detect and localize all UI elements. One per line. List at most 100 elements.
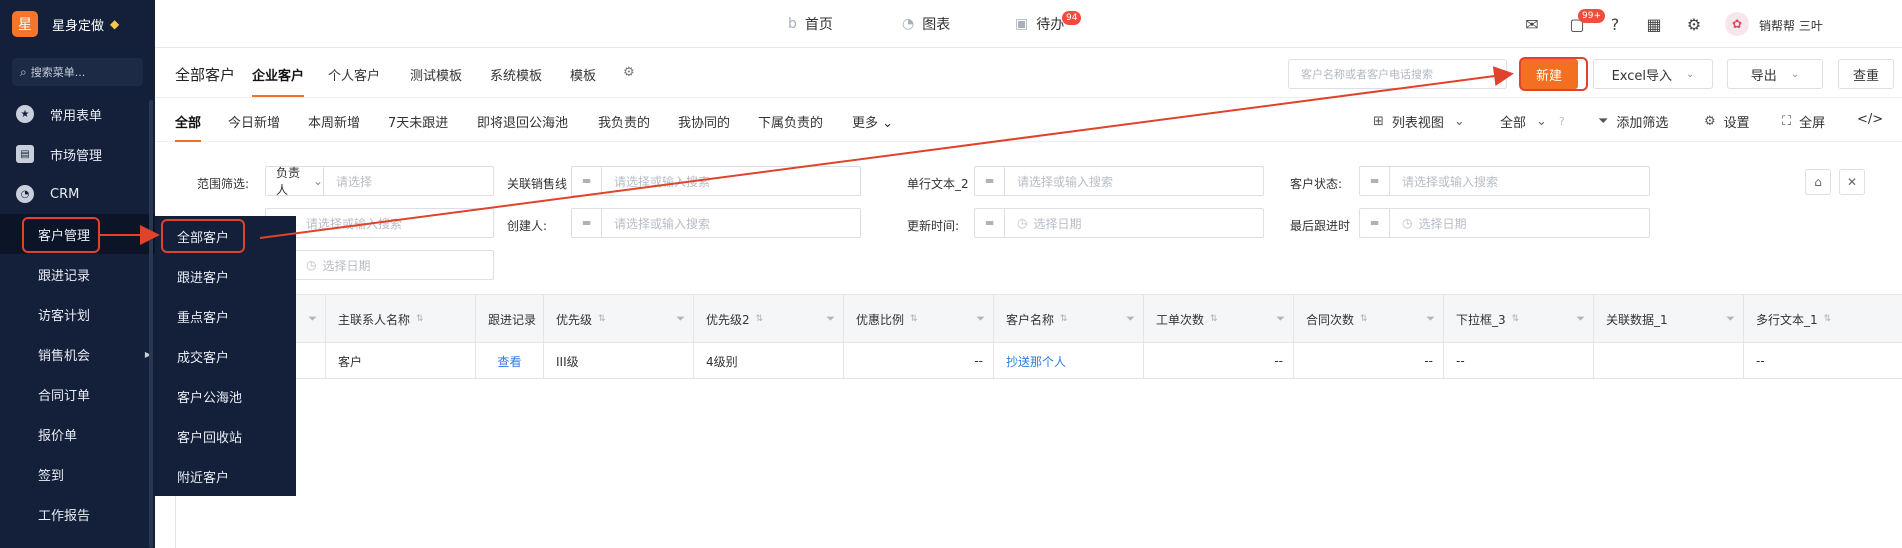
sort-icon[interactable]: ⇅ bbox=[1060, 314, 1068, 324]
column-header[interactable]: 合同次数 ⇅ ⏷ bbox=[1294, 295, 1444, 343]
filter-icon[interactable]: ⏷ bbox=[826, 312, 835, 326]
add-filter-button[interactable]: ⏷ 添加筛选 bbox=[1598, 112, 1668, 131]
column-header[interactable]: 优惠比例 ⇅ ⏷ bbox=[844, 295, 994, 343]
tab-test-template[interactable]: 测试模板 bbox=[410, 65, 462, 84]
filter-tab-week[interactable]: 本周新增 bbox=[308, 112, 360, 131]
filter-tab-more[interactable]: 更多 ⌄ bbox=[852, 112, 893, 131]
text2-filter[interactable]: ═ 请选择或输入搜索 bbox=[974, 166, 1264, 196]
filter-tab-today[interactable]: 今日新增 bbox=[228, 112, 280, 131]
filter-icon[interactable]: ⏷ bbox=[1126, 312, 1135, 326]
filter-tab-7days[interactable]: 7天未跟进 bbox=[388, 112, 448, 131]
tab-settings-gear-icon[interactable]: ⚙ bbox=[623, 65, 635, 80]
filter-icon[interactable]: ⏷ bbox=[1426, 312, 1435, 326]
last-followup-filter[interactable]: ═ ◷ 选择日期 bbox=[1359, 208, 1650, 238]
sidebar-item-contract[interactable]: 合同订单 bbox=[0, 374, 155, 414]
sidebar-scrollbar[interactable] bbox=[149, 100, 153, 548]
view-followup-link[interactable]: 查看 bbox=[497, 353, 521, 370]
column-header[interactable]: 优先级2 ⇅ ⏷ bbox=[694, 295, 844, 343]
fullscreen-button[interactable]: ⛶ 全屏 bbox=[1782, 112, 1825, 131]
avatar[interactable]: ✿ bbox=[1725, 12, 1749, 36]
filter-icon[interactable]: ⏷ bbox=[308, 312, 317, 326]
tab-todo[interactable]: ▣ 待办 bbox=[1015, 0, 1064, 48]
sidebar-item-visit-plan[interactable]: 访客计划 bbox=[0, 294, 155, 334]
row2-first-filter[interactable]: 请选择或输入搜索 bbox=[265, 208, 494, 238]
column-header[interactable]: 多行文本_1 ⇅ bbox=[1744, 295, 1902, 343]
flyout-item-closed[interactable]: 成交客户 bbox=[155, 336, 296, 376]
apps-grid-icon[interactable]: ▦ bbox=[1644, 14, 1664, 34]
filter-tab-mine[interactable]: 我负责的 bbox=[598, 112, 650, 131]
scope-select[interactable]: 全部 ⌄ ? bbox=[1500, 112, 1565, 131]
collapse-filter-icon[interactable]: ✕ bbox=[1839, 169, 1865, 195]
sidebar-item-opportunity[interactable]: 销售机会 ▶ bbox=[0, 334, 155, 374]
flyout-item-recycle[interactable]: 客户回收站 bbox=[155, 416, 296, 456]
menu-search-input[interactable]: ⌕ 搜索菜单... bbox=[12, 58, 143, 86]
question-icon[interactable]: ? bbox=[1559, 115, 1565, 128]
creator-filter[interactable]: ═ 请选择或输入搜索 bbox=[571, 208, 861, 238]
equals-icon[interactable]: ═ bbox=[572, 167, 602, 195]
equals-icon[interactable]: ═ bbox=[1360, 167, 1390, 195]
row3-date-filter[interactable]: ◷ 选择日期 bbox=[265, 250, 494, 280]
column-header[interactable]: 主联系人名称 ⇅ bbox=[326, 295, 476, 343]
code-icon[interactable]: </> bbox=[1857, 112, 1883, 127]
sort-icon[interactable]: ⇅ bbox=[756, 314, 764, 324]
filter-icon[interactable]: ⏷ bbox=[976, 312, 985, 326]
help-icon[interactable]: ? bbox=[1605, 14, 1625, 34]
owner-select[interactable]: 负责人 ⌄ bbox=[266, 166, 324, 197]
equals-icon[interactable]: ═ bbox=[1360, 209, 1390, 237]
tab-template[interactable]: 模板 bbox=[570, 65, 596, 84]
sort-icon[interactable]: ⇅ bbox=[416, 314, 424, 324]
sort-icon[interactable]: ⇅ bbox=[1512, 314, 1520, 324]
mail-icon[interactable]: ✉ bbox=[1522, 14, 1542, 34]
filter-icon[interactable]: ⏷ bbox=[1726, 312, 1735, 326]
sort-icon[interactable]: ⇅ bbox=[1824, 314, 1832, 324]
customer-name-link[interactable]: 抄送那个人 bbox=[1006, 353, 1066, 370]
sidebar-item-quote[interactable]: 报价单 bbox=[0, 414, 155, 454]
update-time-filter[interactable]: ═ ◷ 选择日期 bbox=[974, 208, 1264, 238]
table-row[interactable]: 市拱墅区... 客户 查看 III级 4级别 -- 抄送那个人 -- -- --… bbox=[176, 343, 1902, 379]
tab-personal-customer[interactable]: 个人客户 bbox=[328, 65, 380, 84]
sidebar-group-market[interactable]: ▤ 市场管理 bbox=[0, 134, 155, 174]
sort-icon[interactable]: ⇅ bbox=[910, 314, 918, 324]
tab-enterprise-customer[interactable]: 企业客户 bbox=[252, 65, 304, 84]
dedupe-button[interactable]: 查重 bbox=[1838, 59, 1894, 89]
sort-icon[interactable]: ⇅ bbox=[1360, 314, 1368, 324]
excel-import-button[interactable]: Excel导入 ⌄ bbox=[1593, 59, 1713, 89]
column-header[interactable]: 跟进记录 bbox=[476, 295, 544, 343]
flyout-item-pool[interactable]: 客户公海池 bbox=[155, 376, 296, 416]
equals-icon[interactable]: ═ bbox=[975, 167, 1005, 195]
owner-filter[interactable]: 负责人 ⌄ 请选择 bbox=[265, 166, 494, 197]
brand[interactable]: 星 星身定做 ◆ bbox=[0, 0, 155, 48]
sidebar-item-work-report[interactable]: 工作报告 bbox=[0, 494, 155, 534]
tab-system-template[interactable]: 系统模板 bbox=[490, 65, 542, 84]
filter-tab-all[interactable]: 全部 bbox=[175, 112, 201, 131]
customer-status-filter[interactable]: ═ 请选择或输入搜索 bbox=[1359, 166, 1650, 196]
settings-button[interactable]: ⚙ 设置 bbox=[1704, 112, 1750, 131]
flyout-item-following[interactable]: 跟进客户 bbox=[155, 256, 296, 296]
gear-icon[interactable]: ⚙ bbox=[1684, 14, 1704, 34]
equals-icon[interactable]: ═ bbox=[572, 209, 602, 237]
export-button[interactable]: 导出 ⌄ bbox=[1727, 59, 1823, 89]
sidebar-item-checkin[interactable]: 签到 bbox=[0, 454, 155, 494]
filter-tab-subordinate[interactable]: 下属负责的 bbox=[758, 112, 823, 131]
column-header[interactable]: 下拉框_3 ⇅ ⏷ bbox=[1444, 295, 1594, 343]
sidebar-group-forms[interactable]: ★ 常用表单 bbox=[0, 94, 155, 134]
customer-search-input[interactable]: 客户名称或者客户电话搜索 bbox=[1288, 59, 1507, 89]
column-header[interactable]: 客户名称 ⇅ ⏷ bbox=[994, 295, 1144, 343]
list-view-toggle[interactable]: ⊞ 列表视图 ⌄ bbox=[1373, 112, 1465, 131]
sort-icon[interactable]: ⇅ bbox=[1210, 314, 1218, 324]
user-name[interactable]: 销帮帮 三叶 bbox=[1759, 17, 1823, 34]
tab-charts[interactable]: ◔ 图表 bbox=[902, 0, 950, 48]
column-header[interactable]: 关联数据_1 ⏷ bbox=[1594, 295, 1744, 343]
column-header[interactable]: 优先级 ⇅ ⏷ bbox=[544, 295, 694, 343]
sort-icon[interactable]: ⇅ bbox=[598, 314, 606, 324]
filter-tab-return-pool[interactable]: 即将退回公海池 bbox=[477, 112, 568, 131]
flyout-item-key[interactable]: 重点客户 bbox=[155, 296, 296, 336]
sidebar-group-crm[interactable]: ◔ CRM bbox=[0, 174, 155, 214]
sales-lead-filter[interactable]: ═ 请选择或输入搜索 bbox=[571, 166, 861, 196]
flyout-item-nearby[interactable]: 附近客户 bbox=[155, 456, 296, 496]
sidebar-item-follow-up[interactable]: 跟进记录 bbox=[0, 254, 155, 294]
equals-icon[interactable]: ═ bbox=[975, 209, 1005, 237]
column-header[interactable]: 工单次数 ⇅ ⏷ bbox=[1144, 295, 1294, 343]
save-filter-icon[interactable]: ⌂ bbox=[1805, 169, 1831, 195]
filter-icon[interactable]: ⏷ bbox=[1276, 312, 1285, 326]
